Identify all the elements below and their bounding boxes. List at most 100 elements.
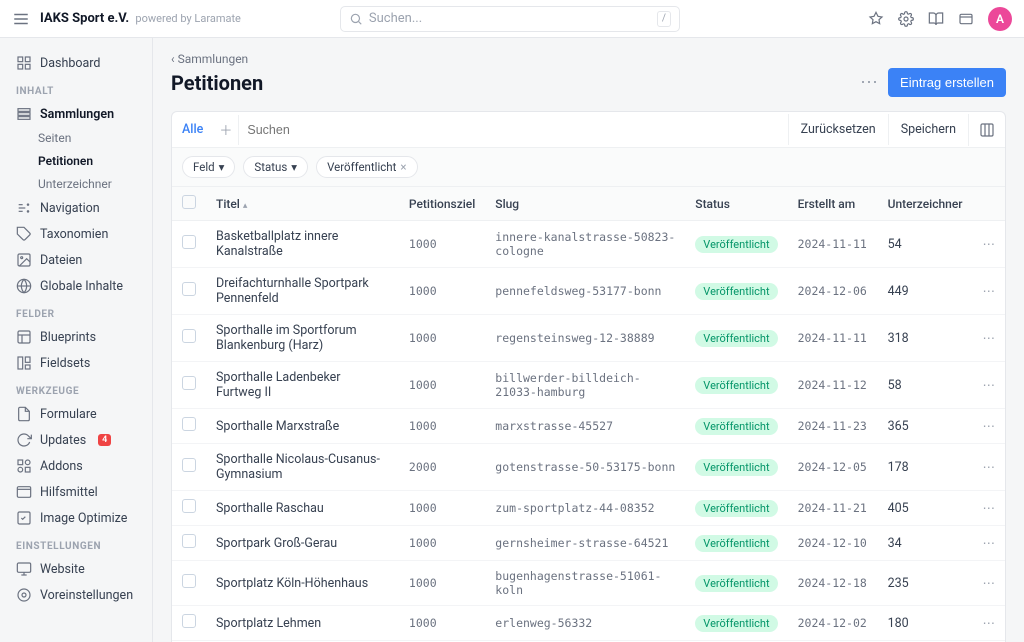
save-filters-button[interactable]: Speichern xyxy=(888,114,968,145)
collections-icon xyxy=(16,106,32,122)
forms-icon xyxy=(16,406,32,422)
sidebar-item-image-optimize[interactable]: Image Optimize xyxy=(10,505,146,531)
sidebar-item-dateien[interactable]: Dateien xyxy=(10,247,146,273)
row-checkbox[interactable] xyxy=(182,614,196,628)
row-checkbox[interactable] xyxy=(182,499,196,513)
sidebar-item-sammlungen[interactable]: Sammlungen xyxy=(10,101,146,127)
status-badge: Veröffentlicht xyxy=(695,535,777,552)
table-row[interactable]: Sporthalle Nicolaus-Cusanus-Gymnasium 20… xyxy=(172,444,1005,491)
cell-petitionsziel: 1000 xyxy=(399,561,485,606)
sidebar-item-website[interactable]: Website xyxy=(10,556,146,582)
cell-signers: 235 xyxy=(878,561,973,606)
cell-status: Veröffentlicht xyxy=(685,606,787,641)
sidebar-item-hilfsmittel[interactable]: Hilfsmittel xyxy=(10,479,146,505)
cell-date: 2024-12-10 xyxy=(788,526,878,561)
filter-chip-feld[interactable]: Feld ▾ xyxy=(182,156,235,178)
hamburger-icon[interactable] xyxy=(12,10,30,28)
table-row[interactable]: Sporthalle im Sportforum Blankenburg (Ha… xyxy=(172,315,1005,362)
sidebar-sub-unterzeichner[interactable]: Unterzeichner xyxy=(10,173,146,196)
gear-icon[interactable] xyxy=(898,11,914,27)
table-row[interactable]: Sportplatz Lehmen 1000 erlenweg-56332 Ve… xyxy=(172,606,1005,641)
close-icon[interactable]: × xyxy=(400,160,406,174)
data-panel: Alle ＋ Zurücksetzen Speichern Feld ▾ Sta… xyxy=(171,111,1006,642)
row-checkbox[interactable] xyxy=(182,458,196,472)
col-erstellt[interactable]: Erstellt am xyxy=(788,187,878,221)
search-placeholder: Suchen... xyxy=(369,11,422,26)
entries-table: Titel Petitionsziel Slug Status Erstellt… xyxy=(172,187,1005,642)
row-actions-menu[interactable]: ⋯ xyxy=(973,561,1006,606)
row-actions-menu[interactable]: ⋯ xyxy=(973,315,1006,362)
sidebar-item-fieldsets[interactable]: Fieldsets xyxy=(10,350,146,376)
filter-chip-status[interactable]: Status ▾ xyxy=(243,156,308,178)
row-checkbox[interactable] xyxy=(182,574,196,588)
image-optimize-icon xyxy=(16,510,32,526)
columns-toggle-button[interactable] xyxy=(968,114,1005,146)
table-row[interactable]: Dreifachturnhalle Sportpark Pennenfeld 1… xyxy=(172,268,1005,315)
table-row[interactable]: Sporthalle Marxstraße 1000 marxstrasse-4… xyxy=(172,409,1005,444)
table-row[interactable]: Sporthalle Ladenbeker Furtweg II 1000 bi… xyxy=(172,362,1005,409)
row-actions-menu[interactable]: ⋯ xyxy=(973,491,1006,526)
filter-search-input[interactable] xyxy=(238,115,787,145)
row-checkbox[interactable] xyxy=(182,235,196,249)
col-titel[interactable]: Titel xyxy=(206,187,399,221)
row-actions-menu[interactable]: ⋯ xyxy=(973,526,1006,561)
row-checkbox[interactable] xyxy=(182,329,196,343)
col-petitionsziel[interactable]: Petitionsziel xyxy=(399,187,485,221)
global-search[interactable]: Suchen... / xyxy=(340,6,680,32)
cell-status: Veröffentlicht xyxy=(685,526,787,561)
add-tab-button[interactable]: ＋ xyxy=(213,112,238,147)
book-icon[interactable] xyxy=(928,11,944,27)
row-actions-menu[interactable]: ⋯ xyxy=(973,444,1006,491)
reset-filters-button[interactable]: Zurücksetzen xyxy=(788,114,888,145)
cell-slug: erlenweg-56332 xyxy=(485,606,685,641)
table-row[interactable]: Sportplatz Köln-Höhenhaus 1000 bugenhage… xyxy=(172,561,1005,606)
select-all-checkbox[interactable] xyxy=(182,195,196,209)
sidebar-sub-seiten[interactable]: Seiten xyxy=(10,127,146,150)
filter-chip-published[interactable]: Veröffentlicht × xyxy=(316,156,417,178)
sidebar-item-label: Navigation xyxy=(40,201,100,216)
sidebar-item-addons[interactable]: Addons xyxy=(10,453,146,479)
row-actions-menu[interactable]: ⋯ xyxy=(973,362,1006,409)
row-actions-menu[interactable]: ⋯ xyxy=(973,221,1006,268)
sidebar-item-formulare[interactable]: Formulare xyxy=(10,401,146,427)
sidebar-item-taxonomien[interactable]: Taxonomien xyxy=(10,221,146,247)
sidebar-item-label: Taxonomien xyxy=(40,227,108,242)
col-status[interactable]: Status xyxy=(685,187,787,221)
external-link-icon[interactable] xyxy=(958,11,974,27)
addons-icon xyxy=(16,458,32,474)
sidebar-item-label: Hilfsmittel xyxy=(40,485,98,500)
table-row[interactable]: Basketballplatz innere Kanalstraße 1000 … xyxy=(172,221,1005,268)
pin-icon[interactable] xyxy=(868,11,884,27)
sidebar-item-blueprints[interactable]: Blueprints xyxy=(10,324,146,350)
sidebar-item-voreinstellungen[interactable]: Voreinstellungen xyxy=(10,582,146,608)
row-checkbox[interactable] xyxy=(182,417,196,431)
sidebar-item-navigation[interactable]: Navigation xyxy=(10,195,146,221)
row-actions-menu[interactable]: ⋯ xyxy=(973,409,1006,444)
breadcrumb[interactable]: ‹ Sammlungen xyxy=(171,52,1006,66)
table-row[interactable]: Sporthalle Raschau 1000 zum-sportplatz-4… xyxy=(172,491,1005,526)
topbar: IAKS Sport e.V. powered by Laramate Such… xyxy=(0,0,1024,38)
row-checkbox[interactable] xyxy=(182,282,196,296)
row-checkbox[interactable] xyxy=(182,534,196,548)
row-checkbox[interactable] xyxy=(182,376,196,390)
sidebar-sub-petitionen[interactable]: Petitionen xyxy=(10,150,146,173)
cell-titel: Sportpark Groß-Gerau xyxy=(206,526,399,561)
page-actions-menu[interactable]: ⋯ xyxy=(860,74,878,92)
row-actions-menu[interactable]: ⋯ xyxy=(973,606,1006,641)
tab-all[interactable]: Alle xyxy=(172,114,213,145)
cell-slug: zum-sportplatz-44-08352 xyxy=(485,491,685,526)
sidebar-item-globale[interactable]: Globale Inhalte xyxy=(10,273,146,299)
create-entry-button[interactable]: Eintrag erstellen xyxy=(888,68,1006,97)
cell-titel: Sporthalle Raschau xyxy=(206,491,399,526)
tools-icon xyxy=(16,484,32,500)
sidebar-item-label: Blueprints xyxy=(40,330,96,345)
col-slug[interactable]: Slug xyxy=(485,187,685,221)
avatar[interactable]: A xyxy=(988,7,1012,31)
sidebar-item-updates[interactable]: Updates 4 xyxy=(10,427,146,453)
sidebar-item-dashboard[interactable]: Dashboard xyxy=(10,50,146,76)
col-unterzeichner[interactable]: Unterzeichner xyxy=(878,187,973,221)
cell-signers: 34 xyxy=(878,526,973,561)
table-row[interactable]: Sportpark Groß-Gerau 1000 gernsheimer-st… xyxy=(172,526,1005,561)
row-actions-menu[interactable]: ⋯ xyxy=(973,268,1006,315)
status-badge: Veröffentlicht xyxy=(695,500,777,517)
